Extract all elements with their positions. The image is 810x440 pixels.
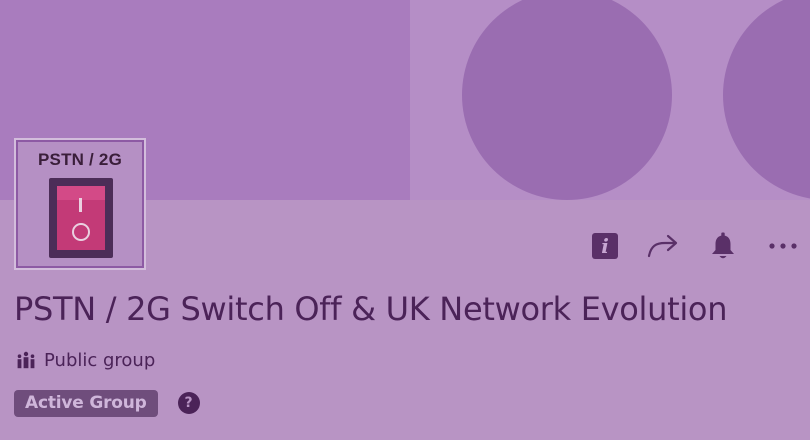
- switch-off-mark-graphic: [72, 223, 90, 241]
- status-badge: Active Group: [14, 389, 158, 417]
- info-icon: i: [592, 233, 618, 259]
- group-actions-toolbar: i: [588, 229, 808, 263]
- status-row: Active Group ?: [14, 388, 200, 418]
- share-arrow-icon: [647, 234, 678, 258]
- privacy-indicator: Public group: [16, 348, 155, 372]
- more-dots-icon: [769, 243, 797, 249]
- group-members-icon: [17, 351, 35, 369]
- group-page: PSTN / 2G i PSTN / 2G Switch Off & UK Ne…: [0, 0, 810, 440]
- bell-icon: [712, 232, 734, 259]
- group-title: PSTN / 2G Switch Off & UK Network Evolut…: [14, 290, 728, 328]
- more-options-button[interactable]: [768, 229, 802, 263]
- notifications-button[interactable]: [706, 229, 740, 263]
- help-icon[interactable]: ?: [177, 392, 200, 414]
- share-button[interactable]: [646, 229, 680, 263]
- info-button[interactable]: i: [588, 229, 622, 263]
- group-avatar[interactable]: PSTN / 2G: [14, 138, 146, 270]
- privacy-label: Public group: [44, 349, 156, 371]
- switch-on-mark-graphic: [79, 198, 82, 212]
- avatar-label: PSTN / 2G: [38, 150, 122, 169]
